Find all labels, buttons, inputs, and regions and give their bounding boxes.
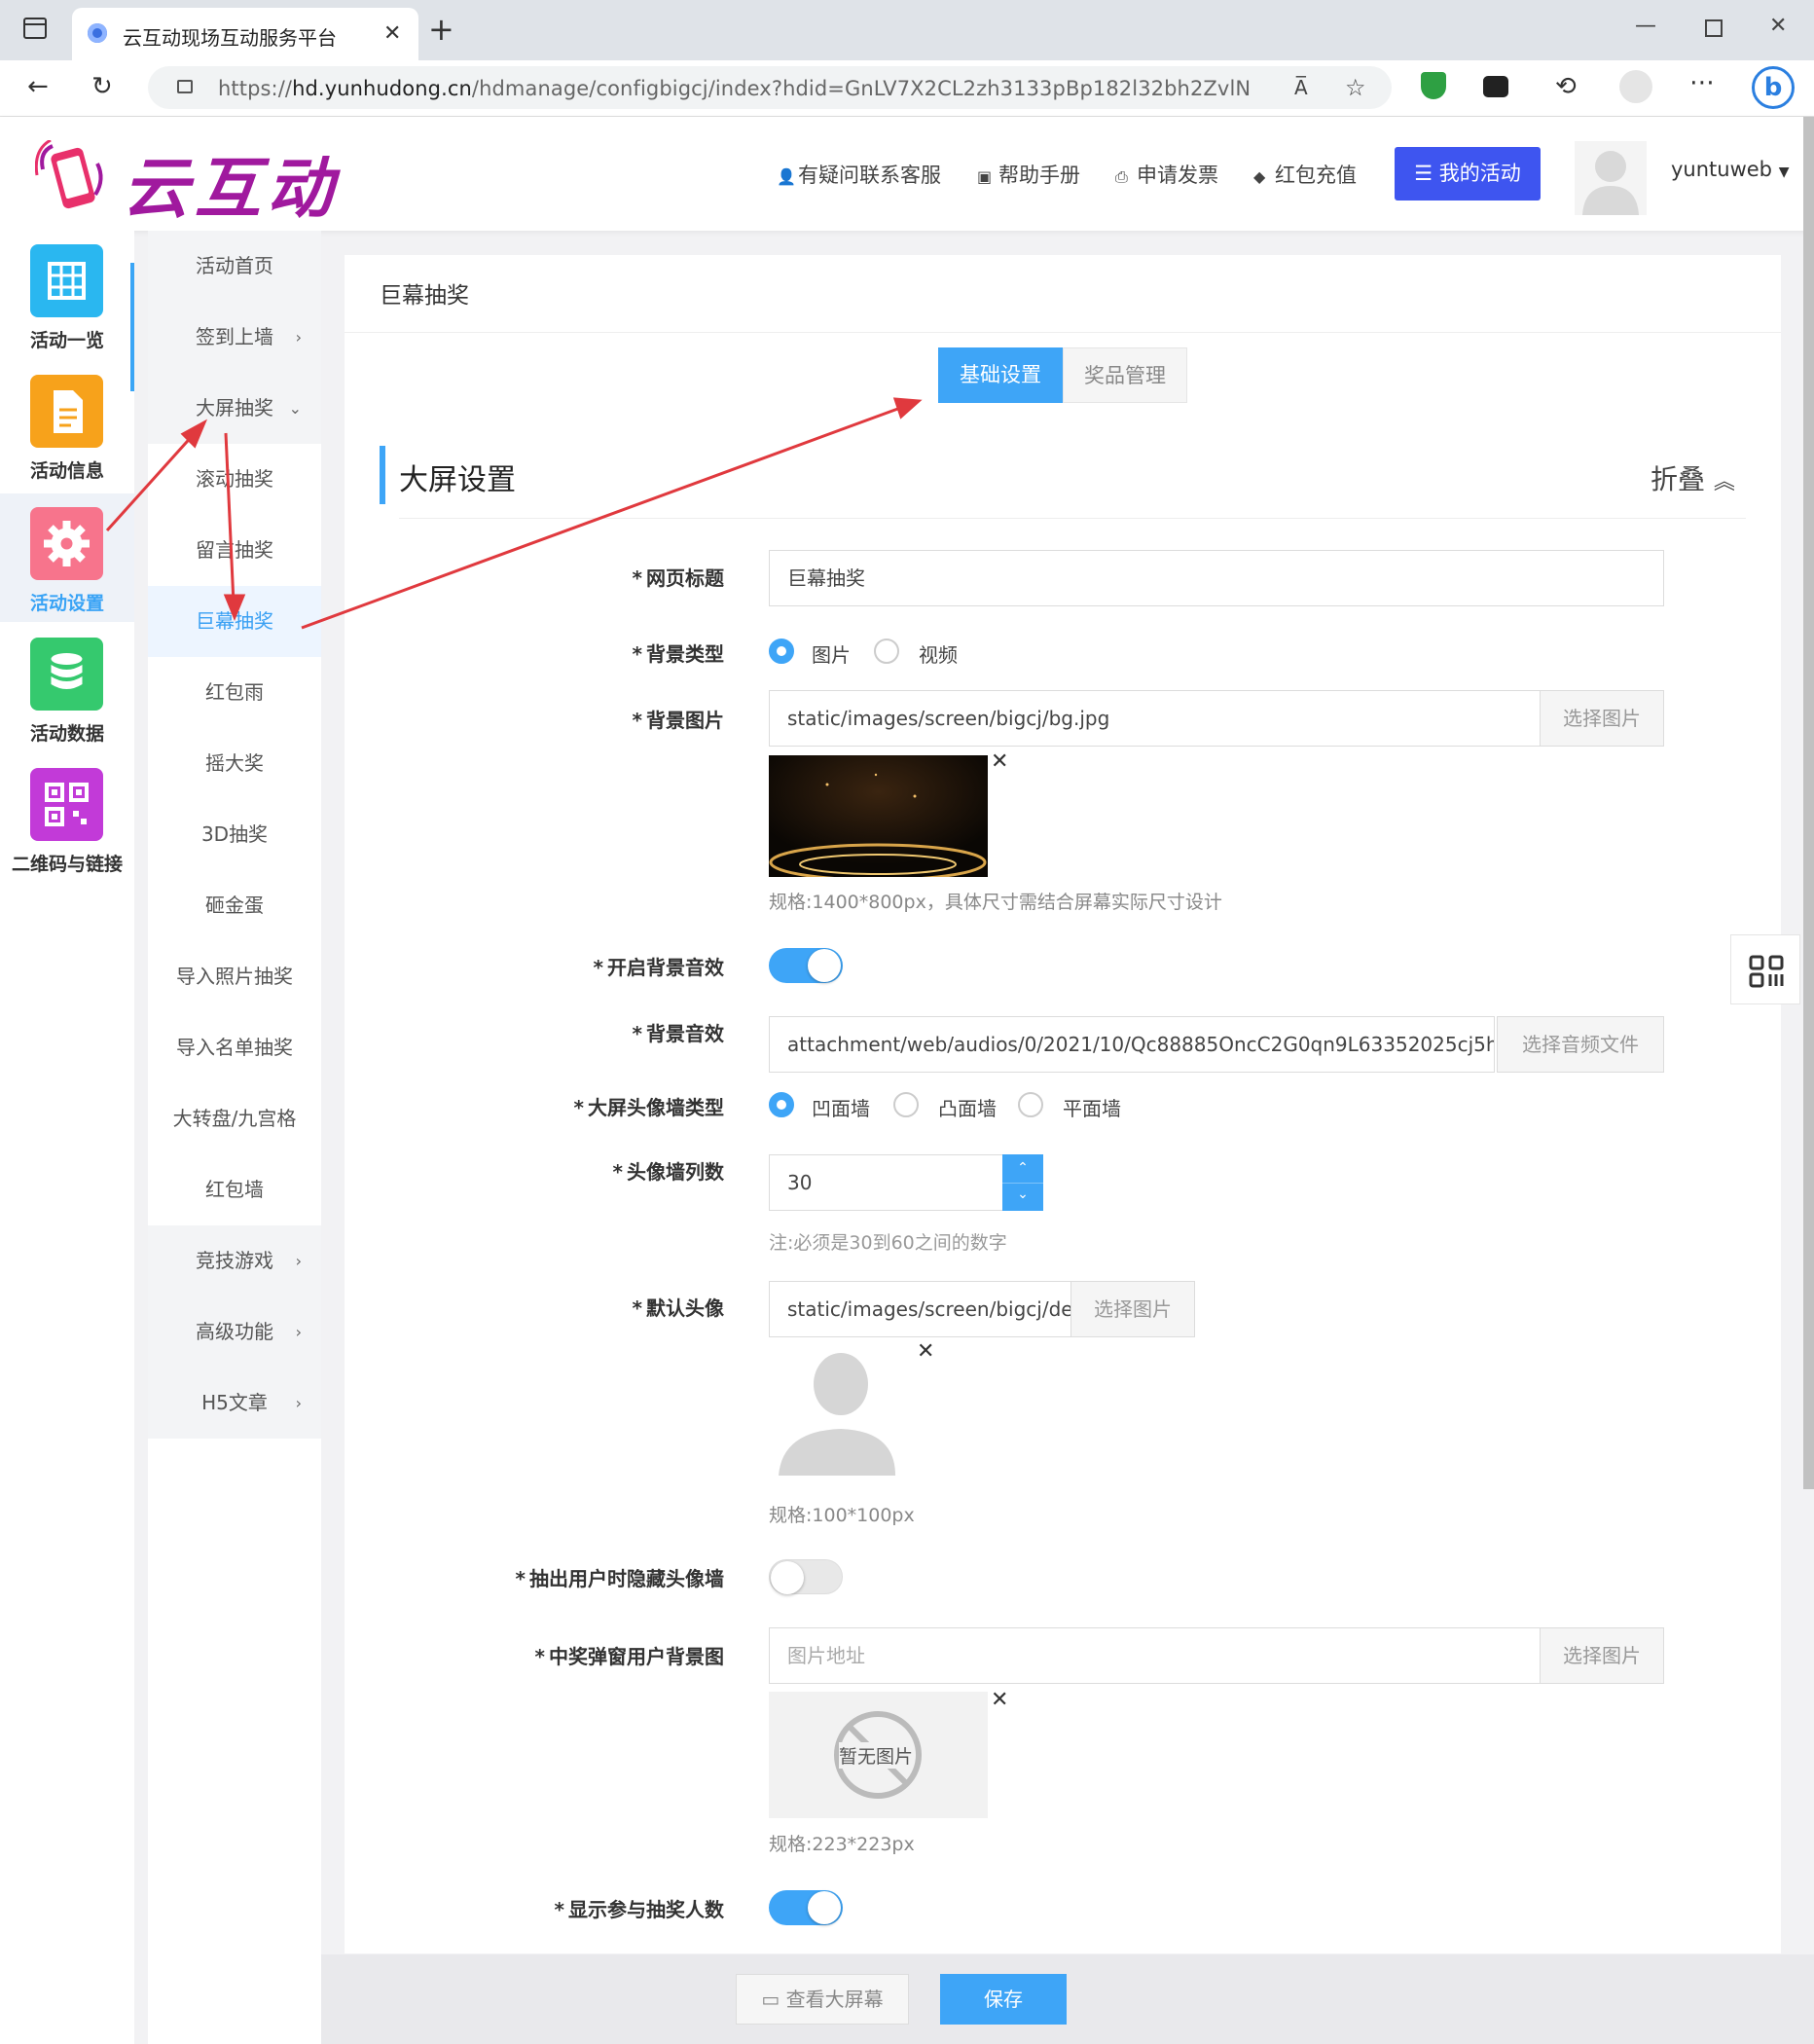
qrcode-icon	[1749, 955, 1784, 988]
floating-qrcode-button[interactable]	[1730, 934, 1800, 1004]
view-screen-button[interactable]: ▭ 查看大屏幕	[736, 1974, 909, 2025]
annotation-arrows	[105, 397, 923, 630]
footer-bar	[321, 1954, 1814, 2044]
save-button[interactable]: 保存	[940, 1974, 1067, 2025]
page-scrollbar[interactable]	[1803, 117, 1814, 1489]
laptop-icon: ▭	[761, 1988, 786, 2011]
